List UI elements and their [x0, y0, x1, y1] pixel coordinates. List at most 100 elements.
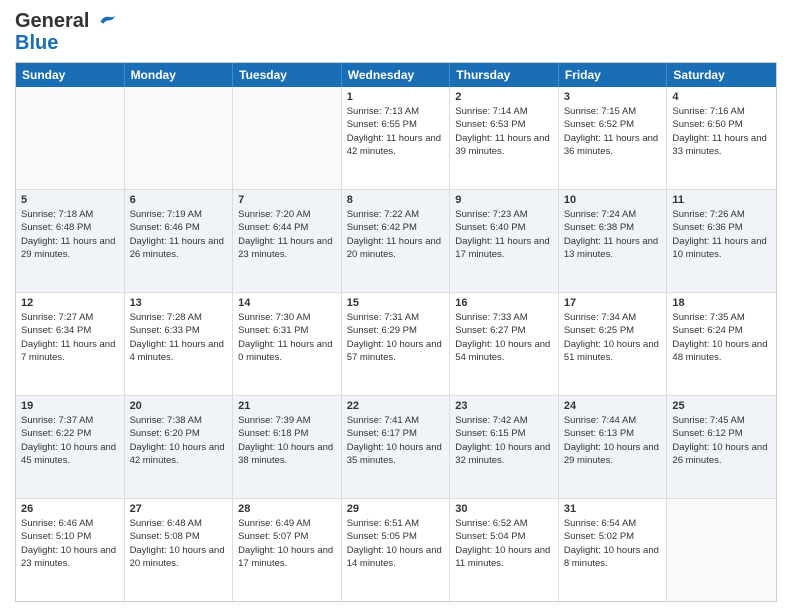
day-info: Sunrise: 7:41 AM Sunset: 6:17 PM Dayligh…	[347, 414, 445, 467]
day-cell-18: 18 Sunrise: 7:35 AM Sunset: 6:24 PM Dayli…	[667, 293, 776, 395]
day-info: Sunrise: 7:20 AM Sunset: 6:44 PM Dayligh…	[238, 208, 336, 261]
day-number: 26	[21, 503, 119, 515]
day-header-monday: Monday	[125, 63, 234, 87]
day-info: Sunrise: 7:23 AM Sunset: 6:40 PM Dayligh…	[455, 208, 553, 261]
day-number: 4	[672, 91, 771, 103]
day-info: Sunrise: 7:27 AM Sunset: 6:34 PM Dayligh…	[21, 311, 119, 364]
day-number: 5	[21, 194, 119, 206]
day-cell-27: 27Sunrise: 6:48 AM Sunset: 5:08 PM Dayli…	[125, 499, 234, 601]
day-cell-22: 22 Sunrise: 7:41 AM Sunset: 6:17 PM Dayli…	[342, 396, 451, 498]
empty-cell	[16, 87, 125, 189]
day-info: Sunrise: 7:39 AM Sunset: 6:18 PM Dayligh…	[238, 414, 336, 467]
day-header-saturday: Saturday	[667, 63, 776, 87]
day-cell-12: 12 Sunrise: 7:27 AM Sunset: 6:34 PM Dayli…	[16, 293, 125, 395]
day-number: 7	[238, 194, 336, 206]
day-info: Sunrise: 7:28 AM Sunset: 6:33 PM Dayligh…	[130, 311, 228, 364]
day-info: Sunrise: 7:33 AM Sunset: 6:27 PM Dayligh…	[455, 311, 553, 364]
day-header-friday: Friday	[559, 63, 668, 87]
day-cell-30: 30Sunrise: 6:52 AM Sunset: 5:04 PM Dayli…	[450, 499, 559, 601]
day-cell-9: 9Sunrise: 7:23 AM Sunset: 6:40 PM Daylig…	[450, 190, 559, 292]
day-info: Sunrise: 7:30 AM Sunset: 6:31 PM Dayligh…	[238, 311, 336, 364]
day-number: 18	[672, 297, 771, 309]
day-cell-21: 21 Sunrise: 7:39 AM Sunset: 6:18 PM Dayli…	[233, 396, 342, 498]
day-cell-23: 23 Sunrise: 7:42 AM Sunset: 6:15 PM Dayli…	[450, 396, 559, 498]
page: General Blue SundayMondayTuesdayWednesda…	[0, 0, 792, 612]
day-cell-3: 3 Sunrise: 7:15 AM Sunset: 6:52 PM Daylig…	[559, 87, 668, 189]
day-info: Sunrise: 6:52 AM Sunset: 5:04 PM Dayligh…	[455, 517, 553, 570]
day-info: Sunrise: 7:37 AM Sunset: 6:22 PM Dayligh…	[21, 414, 119, 467]
day-cell-17: 17 Sunrise: 7:34 AM Sunset: 6:25 PM Dayli…	[559, 293, 668, 395]
day-number: 20	[130, 400, 228, 412]
day-info: Sunrise: 6:46 AM Sunset: 5:10 PM Dayligh…	[21, 517, 119, 570]
day-info: Sunrise: 7:18 AM Sunset: 6:48 PM Dayligh…	[21, 208, 119, 261]
day-cell-8: 8 Sunrise: 7:22 AM Sunset: 6:42 PM Daylig…	[342, 190, 451, 292]
day-cell-14: 14Sunrise: 7:30 AM Sunset: 6:31 PM Dayli…	[233, 293, 342, 395]
day-cell-10: 10 Sunrise: 7:24 AM Sunset: 6:38 PM Dayli…	[559, 190, 668, 292]
empty-cell	[125, 87, 234, 189]
day-info: Sunrise: 7:42 AM Sunset: 6:15 PM Dayligh…	[455, 414, 553, 467]
logo-general: General	[15, 10, 89, 32]
day-number: 8	[347, 194, 445, 206]
day-info: Sunrise: 7:24 AM Sunset: 6:38 PM Dayligh…	[564, 208, 662, 261]
day-info: Sunrise: 7:14 AM Sunset: 6:53 PM Dayligh…	[455, 105, 553, 158]
logo: General Blue	[15, 10, 117, 54]
day-number: 10	[564, 194, 662, 206]
day-number: 11	[672, 194, 771, 206]
day-number: 3	[564, 91, 662, 103]
day-info: Sunrise: 7:13 AM Sunset: 6:55 PM Dayligh…	[347, 105, 445, 158]
day-cell-26: 26 Sunrise: 6:46 AM Sunset: 5:10 PM Dayli…	[16, 499, 125, 601]
day-number: 15	[347, 297, 445, 309]
day-number: 19	[21, 400, 119, 412]
day-number: 25	[672, 400, 771, 412]
day-info: Sunrise: 7:35 AM Sunset: 6:24 PM Dayligh…	[672, 311, 771, 364]
day-cell-29: 29Sunrise: 6:51 AM Sunset: 5:05 PM Dayli…	[342, 499, 451, 601]
day-number: 28	[238, 503, 336, 515]
day-number: 31	[564, 503, 662, 515]
empty-cell	[233, 87, 342, 189]
calendar: SundayMondayTuesdayWednesdayThursdayFrid…	[15, 62, 777, 602]
day-number: 17	[564, 297, 662, 309]
day-number: 13	[130, 297, 228, 309]
day-cell-24: 24Sunrise: 7:44 AM Sunset: 6:13 PM Dayli…	[559, 396, 668, 498]
day-number: 29	[347, 503, 445, 515]
logo-blue: Blue	[15, 32, 117, 54]
day-cell-19: 19 Sunrise: 7:37 AM Sunset: 6:22 PM Dayli…	[16, 396, 125, 498]
header: General Blue	[15, 10, 777, 54]
day-number: 1	[347, 91, 445, 103]
calendar-body: 1 Sunrise: 7:13 AM Sunset: 6:55 PM Daylig…	[16, 87, 776, 601]
day-cell-7: 7 Sunrise: 7:20 AM Sunset: 6:44 PM Daylig…	[233, 190, 342, 292]
day-info: Sunrise: 7:22 AM Sunset: 6:42 PM Dayligh…	[347, 208, 445, 261]
calendar-row-4: 19 Sunrise: 7:37 AM Sunset: 6:22 PM Dayli…	[16, 396, 776, 499]
calendar-row-5: 26 Sunrise: 6:46 AM Sunset: 5:10 PM Dayli…	[16, 499, 776, 601]
day-cell-16: 16 Sunrise: 7:33 AM Sunset: 6:27 PM Dayli…	[450, 293, 559, 395]
calendar-row-3: 12 Sunrise: 7:27 AM Sunset: 6:34 PM Dayli…	[16, 293, 776, 396]
day-info: Sunrise: 7:19 AM Sunset: 6:46 PM Dayligh…	[130, 208, 228, 261]
day-cell-2: 2 Sunrise: 7:14 AM Sunset: 6:53 PM Daylig…	[450, 87, 559, 189]
day-cell-15: 15 Sunrise: 7:31 AM Sunset: 6:29 PM Dayli…	[342, 293, 451, 395]
day-header-wednesday: Wednesday	[342, 63, 451, 87]
day-info: Sunrise: 7:38 AM Sunset: 6:20 PM Dayligh…	[130, 414, 228, 467]
day-cell-1: 1 Sunrise: 7:13 AM Sunset: 6:55 PM Daylig…	[342, 87, 451, 189]
day-number: 12	[21, 297, 119, 309]
day-cell-28: 28Sunrise: 6:49 AM Sunset: 5:07 PM Dayli…	[233, 499, 342, 601]
day-header-thursday: Thursday	[450, 63, 559, 87]
calendar-row-1: 1 Sunrise: 7:13 AM Sunset: 6:55 PM Daylig…	[16, 87, 776, 190]
day-number: 6	[130, 194, 228, 206]
day-info: Sunrise: 7:31 AM Sunset: 6:29 PM Dayligh…	[347, 311, 445, 364]
day-number: 22	[347, 400, 445, 412]
day-info: Sunrise: 7:15 AM Sunset: 6:52 PM Dayligh…	[564, 105, 662, 158]
day-number: 21	[238, 400, 336, 412]
day-cell-4: 4Sunrise: 7:16 AM Sunset: 6:50 PM Daylig…	[667, 87, 776, 189]
day-cell-6: 6 Sunrise: 7:19 AM Sunset: 6:46 PM Daylig…	[125, 190, 234, 292]
calendar-row-2: 5 Sunrise: 7:18 AM Sunset: 6:48 PM Daylig…	[16, 190, 776, 293]
day-info: Sunrise: 7:34 AM Sunset: 6:25 PM Dayligh…	[564, 311, 662, 364]
day-number: 16	[455, 297, 553, 309]
day-cell-31: 31Sunrise: 6:54 AM Sunset: 5:02 PM Dayli…	[559, 499, 668, 601]
day-number: 2	[455, 91, 553, 103]
day-number: 23	[455, 400, 553, 412]
day-cell-13: 13 Sunrise: 7:28 AM Sunset: 6:33 PM Dayli…	[125, 293, 234, 395]
day-info: Sunrise: 7:26 AM Sunset: 6:36 PM Dayligh…	[672, 208, 771, 261]
empty-cell	[667, 499, 776, 601]
day-cell-5: 5 Sunrise: 7:18 AM Sunset: 6:48 PM Daylig…	[16, 190, 125, 292]
day-cell-25: 25Sunrise: 7:45 AM Sunset: 6:12 PM Dayli…	[667, 396, 776, 498]
